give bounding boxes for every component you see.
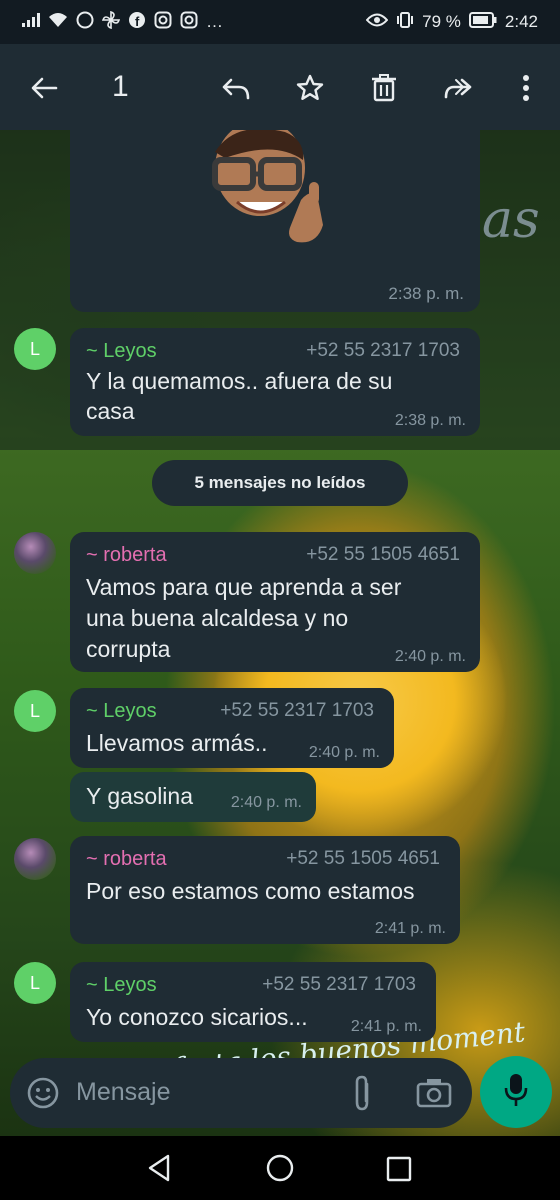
voice-message-button[interactable] [480,1056,552,1128]
status-right: 79 % 2:42 [365,11,538,34]
selected-count: 1 [112,70,129,103]
message-line: Y gasolina [86,783,193,809]
system-navigation-bar [0,1136,560,1200]
delete-icon[interactable] [364,68,404,108]
message-time: 2:38 p. m. [394,412,466,429]
facebook-icon: f [128,11,146,34]
whatsapp-icon [76,11,94,34]
star-icon[interactable] [290,68,330,108]
message-line: Por eso estamos como estamos [86,878,415,904]
memoji-sticker [205,130,345,255]
message-bubble[interactable]: Y gasolina 2:40 p. m. [70,772,316,822]
message-line: Llevamos armás.. [86,730,268,756]
battery-icon [468,11,497,33]
sticker-bubble[interactable]: 2:38 p. m. [70,130,480,312]
clock: 2:42 [504,12,538,31]
message-time: 2:40 p. m. [394,648,466,665]
sender-phone: +52 55 2317 1703 [220,700,374,721]
message-input[interactable]: Mensaje [76,1078,171,1107]
message-bubble[interactable]: ~ roberta +52 55 1505 4651 Por eso estam… [70,836,460,944]
signal-icon [22,12,40,32]
message-bubble[interactable]: ~ roberta +52 55 1505 4651 Vamos para qu… [70,532,480,672]
attach-icon[interactable] [350,1074,374,1117]
back-arrow-icon[interactable] [24,68,64,108]
message-line: Y la quemamos.. afuera de su [86,368,393,394]
camera-icon[interactable] [416,1078,452,1113]
vibrate-icon [396,11,414,34]
message-bubble[interactable]: ~ Leyos +52 55 2317 1703 Y la quemamos..… [70,328,480,436]
svg-text:f: f [135,14,140,29]
message-composer[interactable]: Mensaje [10,1058,472,1128]
sender-phone: +52 55 2317 1703 [306,340,460,361]
chat-area[interactable]: as Disfruta los buenos moment 2:38 p. m.… [0,130,560,1136]
more-options-icon[interactable] [506,68,546,108]
message-line: una buena alcaldesa y no [86,605,349,631]
battery-percent: 79 % [422,12,461,31]
message-time: 2:40 p. m. [230,794,302,811]
message-time: 2:41 p. m. [350,1018,422,1035]
message-time: 2:41 p. m. [374,920,446,937]
selection-toolbar: 1 [0,44,560,130]
microphone-icon [504,1073,528,1112]
message-time: 2:40 p. m. [308,744,380,761]
eye-icon [365,12,389,32]
emoji-icon[interactable] [26,1076,60,1115]
instagram-icon-2 [180,11,198,34]
message-line: Vamos para que aprenda a ser [86,574,402,600]
nav-home-icon[interactable] [266,1154,294,1187]
sender-phone: +52 55 2317 1703 [262,974,416,995]
sender-phone: +52 55 1505 4651 [286,848,440,869]
sender-name[interactable]: ~ roberta [86,848,167,871]
pinwheel-icon [101,10,121,34]
message-bubble[interactable]: ~ Leyos +52 55 2317 1703 Yo conozco sica… [70,962,436,1042]
forward-icon[interactable] [438,68,478,108]
sender-name[interactable]: ~ Leyos [86,700,157,723]
more-notifications-icon: … [206,12,223,31]
sender-phone: +52 55 1505 4651 [306,544,460,565]
status-left: f … [22,10,223,34]
status-bar: f … 79 % 2:42 [0,0,560,44]
message-line: casa [86,398,135,424]
avatar-leyos[interactable]: L [14,962,56,1004]
message-line: corrupta [86,636,171,662]
sticker-time: 2:38 p. m. [388,284,464,303]
sender-name[interactable]: ~ Leyos [86,974,157,997]
message-line: Yo conozco sicarios... [86,1004,308,1030]
avatar-roberta[interactable] [14,838,56,880]
instagram-icon [154,11,172,34]
nav-back-icon[interactable] [146,1154,172,1187]
wifi-icon [48,12,68,33]
message-bubble[interactable]: ~ Leyos +52 55 2317 1703 Llevamos armás.… [70,688,394,768]
sender-name[interactable]: ~ roberta [86,544,167,567]
avatar-leyos[interactable]: L [14,690,56,732]
unread-messages-banner: 5 mensajes no leídos [152,460,408,506]
nav-recents-icon[interactable] [386,1156,412,1187]
avatar-leyos[interactable]: L [14,328,56,370]
sender-name[interactable]: ~ Leyos [86,340,157,363]
avatar-roberta[interactable] [14,532,56,574]
reply-icon[interactable] [216,68,256,108]
